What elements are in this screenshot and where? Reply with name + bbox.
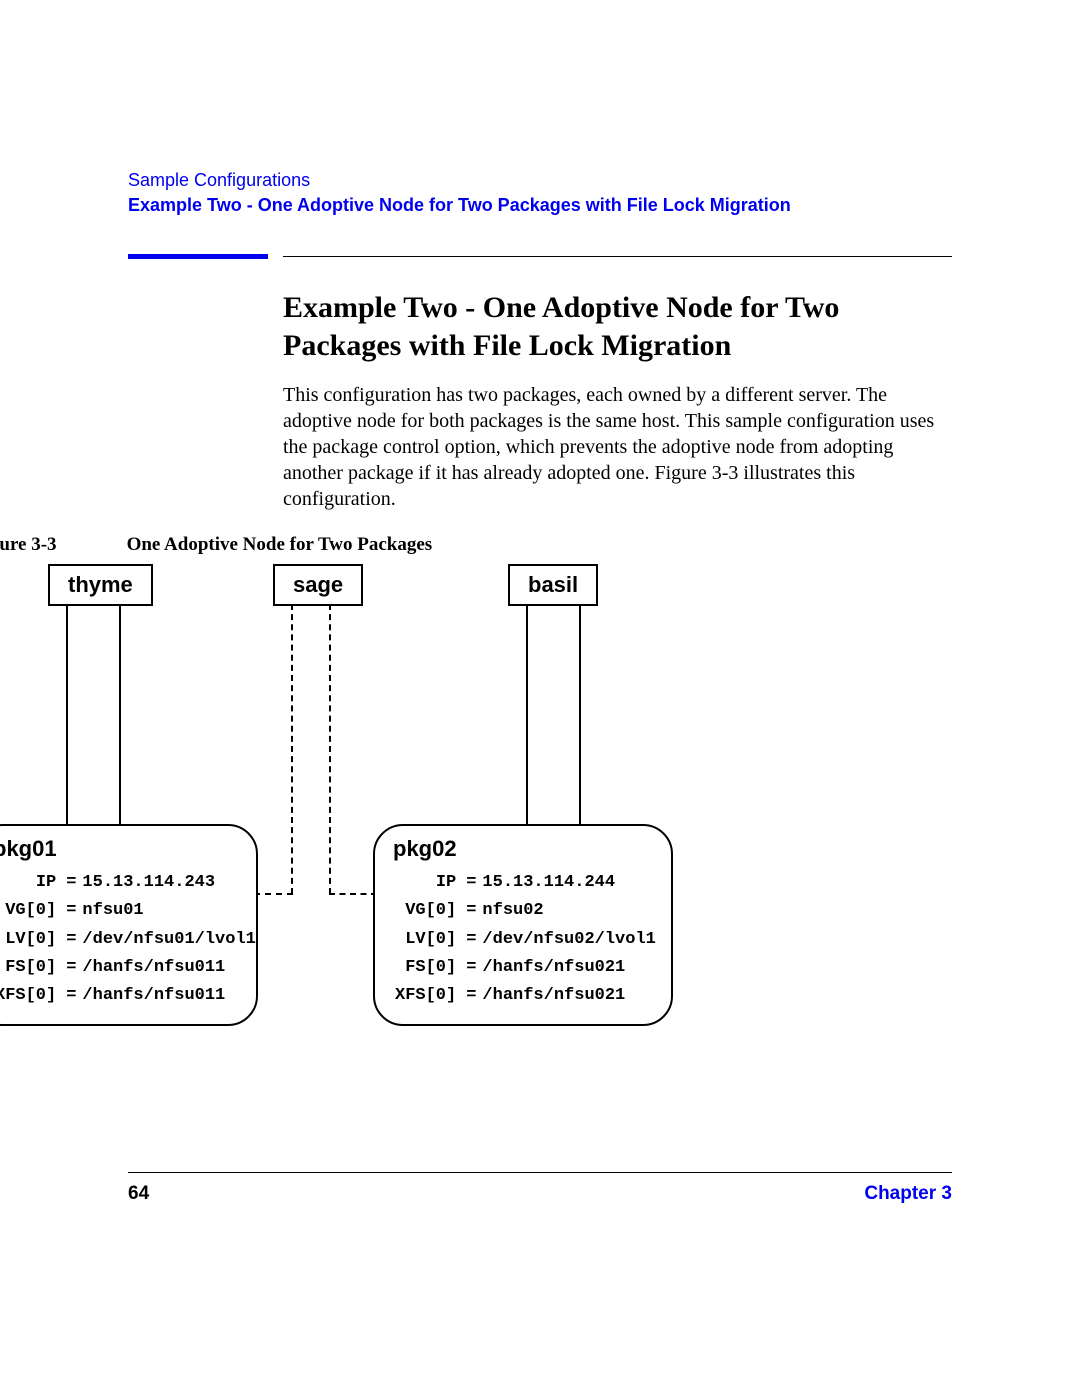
- figure-diagram: thyme sage basil pkg01 IP=15.13.114.243 …: [0, 564, 803, 1014]
- chapter-label: Chapter 3: [864, 1183, 952, 1205]
- node-thyme: thyme: [48, 564, 153, 606]
- page-number: 64: [128, 1183, 149, 1205]
- pkg02-table: IP=15.13.114.244 VG[0]=nfsu02 LV[0]=/dev…: [393, 868, 658, 1012]
- pkg02-title: pkg02: [393, 836, 653, 862]
- pkg01-title: pkg01: [0, 836, 238, 862]
- pkg01-table: IP=15.13.114.243 VG[0]=nfsu01 LV[0]=/dev…: [0, 868, 258, 1012]
- node-basil: basil: [508, 564, 598, 606]
- pkg02-box: pkg02 IP=15.13.114.244 VG[0]=nfsu02 LV[0…: [373, 824, 673, 1026]
- figure-caption: Figure 3-3 One Adoptive Node for Two Pac…: [0, 534, 952, 556]
- figure-title: One Adoptive Node for Two Packages: [127, 534, 433, 556]
- breadcrumb: Sample Configurations: [128, 170, 952, 191]
- header-subtitle: Example Two - One Adoptive Node for Two …: [128, 195, 952, 216]
- section-title: Example Two - One Adoptive Node for Two …: [283, 289, 952, 364]
- page-footer: 64 Chapter 3: [128, 1172, 952, 1205]
- figure-label: Figure 3-3: [0, 534, 57, 556]
- header-rule: [128, 254, 952, 259]
- body-paragraph: This configuration has two packages, eac…: [283, 382, 952, 512]
- node-sage: sage: [273, 564, 363, 606]
- pkg01-box: pkg01 IP=15.13.114.243 VG[0]=nfsu01 LV[0…: [0, 824, 258, 1026]
